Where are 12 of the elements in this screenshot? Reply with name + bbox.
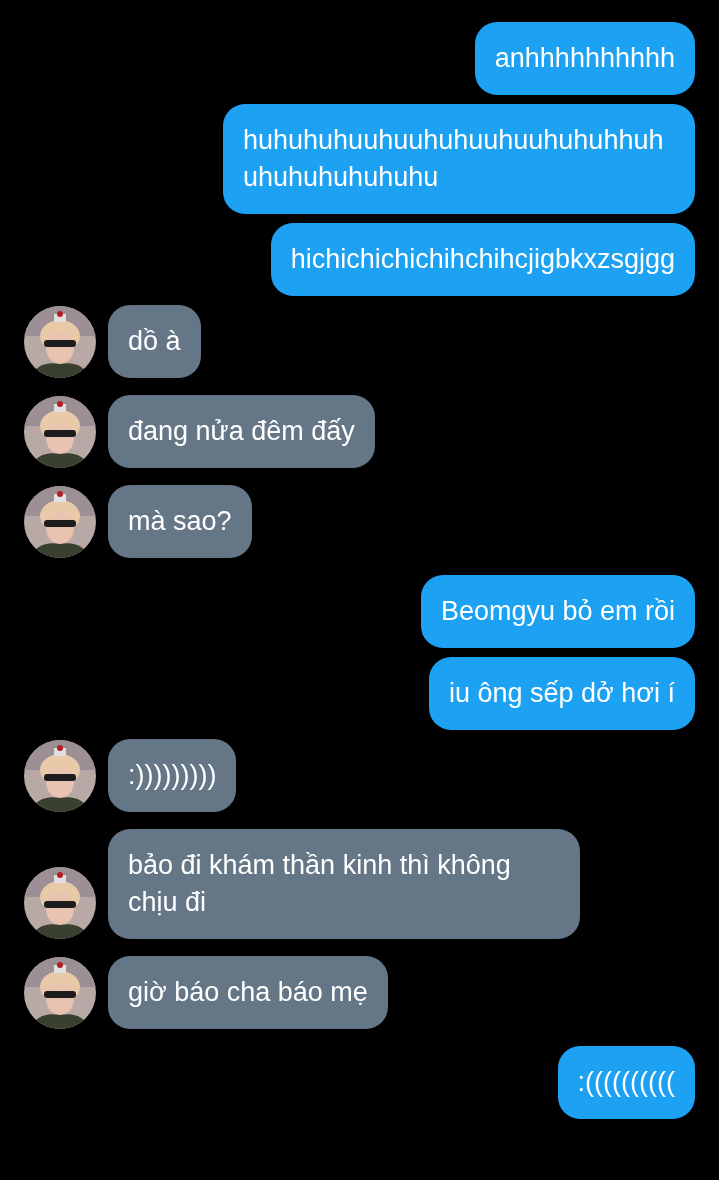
message-bubble: iu ông sếp dở hơi í (428, 657, 695, 730)
message-bubble: dồ à (108, 305, 201, 378)
message-bubble: anhhhhhhhhhh (474, 22, 695, 95)
message-bubble: :))))))))) (108, 739, 237, 812)
message-bubble: Beomgyu bỏ em rồi (420, 575, 695, 648)
message-bubble: giờ báo cha báo mẹ (108, 956, 388, 1029)
message-bubble: mà sao? (108, 485, 252, 558)
message-bubble: đang nửa đêm đấy (108, 395, 375, 468)
message-bubble: hichichichichihchihcjigbkxzsgjgg (270, 223, 695, 296)
message-bubble: bảo đi khám thần kinh thì không chịu đi (108, 829, 580, 939)
message-bubble: huhuhuhuuhuuhuhuuhuuhuhuhhuhuhuhuhuhuhuhu (223, 104, 695, 214)
message-bubble: :(((((((((( (557, 1046, 695, 1119)
